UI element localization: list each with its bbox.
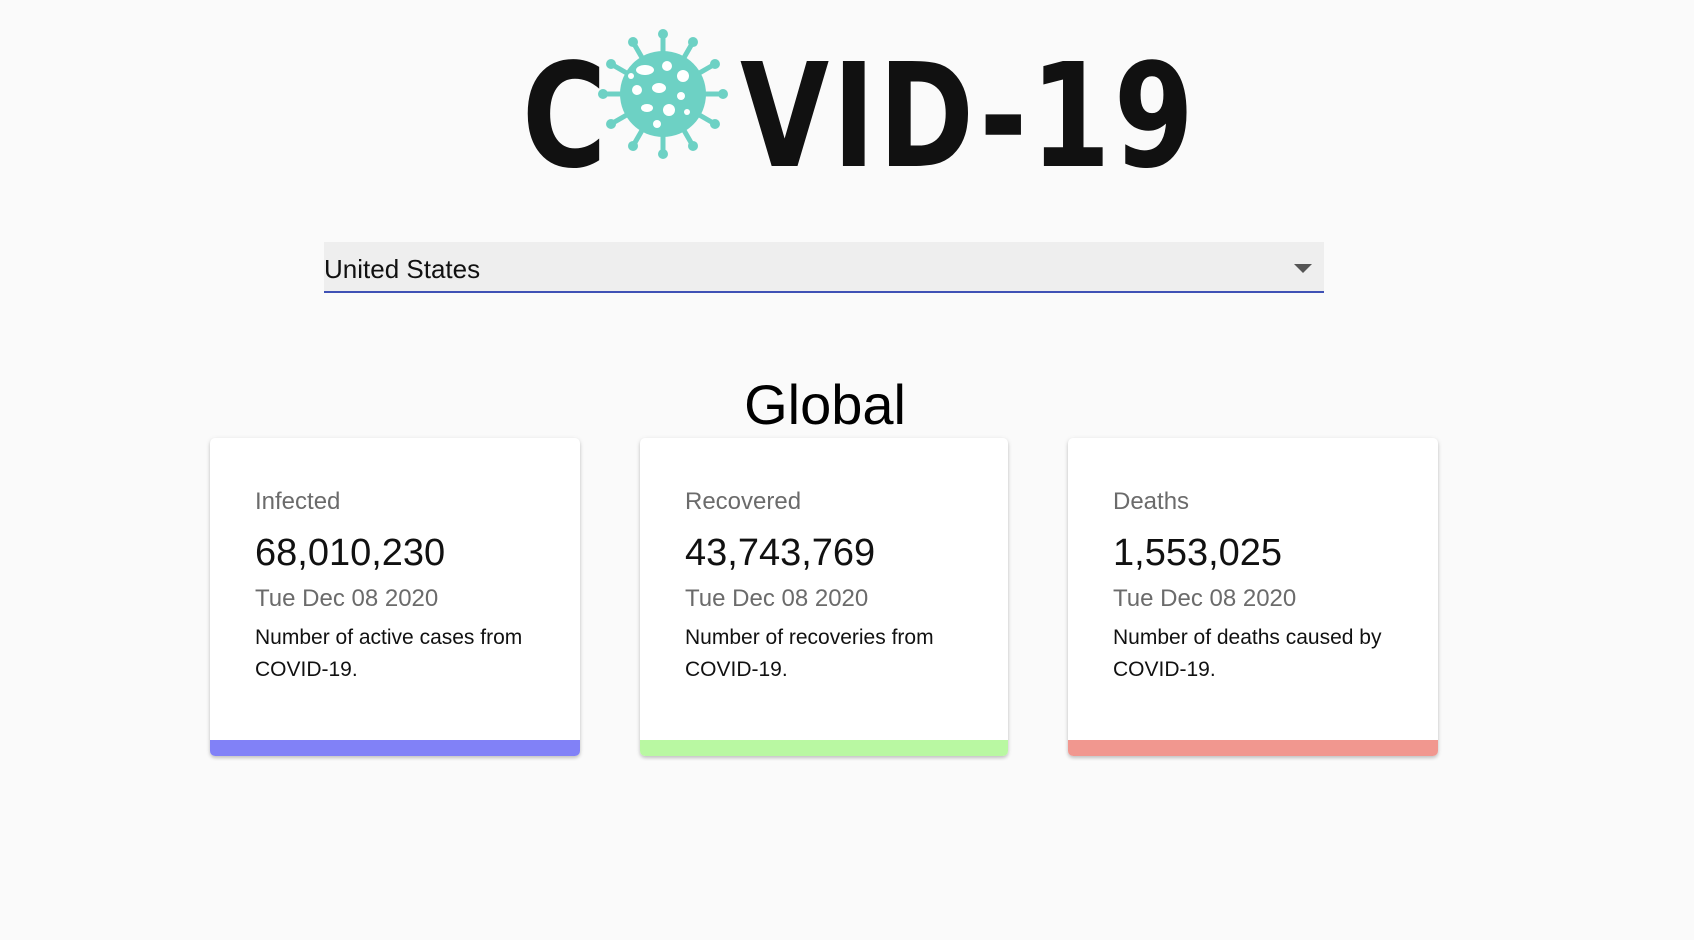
virus-icon (598, 29, 728, 159)
country-select[interactable]: United States (324, 242, 1324, 293)
card-date: Tue Dec 08 2020 (685, 585, 869, 612)
country-select-value: United States (324, 254, 481, 284)
card-value: 1,553,025 (1113, 532, 1283, 574)
deaths-card: Deaths 1,553,025 Tue Dec 08 2020 Number … (1068, 438, 1438, 756)
card-value: 43,743,769 (685, 532, 876, 574)
card-accent-bar (1068, 740, 1438, 756)
card-date: Tue Dec 08 2020 (255, 585, 439, 612)
card-description: Number of deaths caused by COVID-19. (1113, 626, 1382, 681)
recovered-card: Recovered 43,743,769 Tue Dec 08 2020 Num… (640, 438, 1008, 756)
card-date: Tue Dec 08 2020 (1113, 585, 1297, 612)
infected-card: Infected 68,010,230 Tue Dec 08 2020 Numb… (210, 438, 580, 756)
card-accent-bar (210, 740, 580, 756)
dropdown-arrow-icon (1294, 264, 1312, 273)
card-title: Deaths (1113, 488, 1190, 515)
card-description: Number of recoveries from COVID-19. (685, 626, 934, 681)
card-title: Infected (255, 488, 341, 515)
card-value: 68,010,230 (255, 532, 446, 574)
card-title: Recovered (685, 488, 802, 515)
page-title: Global (744, 373, 906, 436)
card-description: Number of active cases from COVID-19. (255, 626, 523, 681)
logo-text-vid-19: VID-19 (740, 32, 1198, 200)
card-accent-bar (640, 740, 1008, 756)
